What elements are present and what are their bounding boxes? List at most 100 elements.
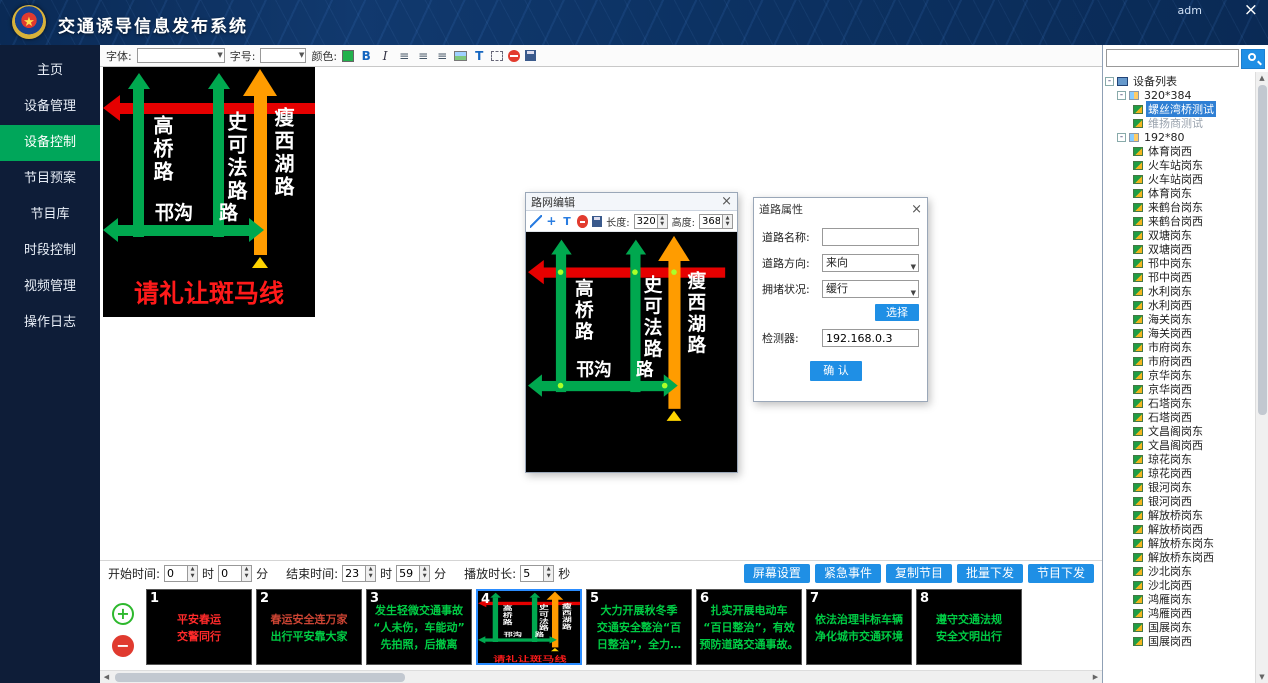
edit-handle[interactable] [662, 383, 668, 389]
tree-item[interactable]: 体育岗西 [1103, 144, 1255, 158]
end-minute-input[interactable] [396, 565, 420, 582]
start-minute-spin-buttons[interactable] [242, 565, 252, 582]
tree-item[interactable]: 国展岗西 [1103, 634, 1255, 648]
italic-button[interactable]: I [378, 49, 392, 63]
device-search-input[interactable] [1106, 49, 1239, 67]
bold-button[interactable]: B [359, 49, 373, 63]
tree-item[interactable]: 石塔岗东 [1103, 396, 1255, 410]
roadnet-dialog-titlebar[interactable]: 路网编辑 × [526, 193, 737, 211]
tree-item[interactable]: 双塘岗西 [1103, 242, 1255, 256]
horizontal-scrollbar[interactable]: ◀ ▶ [100, 670, 1102, 683]
tree-item[interactable]: 水利岗东 [1103, 284, 1255, 298]
tree-item[interactable]: 螺丝湾桥测试 [1103, 102, 1255, 116]
tree-item[interactable]: 国展岗东 [1103, 620, 1255, 634]
tree-expander-icon[interactable]: - [1105, 77, 1114, 86]
sidebar-item-7[interactable]: 操作日志 [0, 305, 100, 341]
hscroll-thumb[interactable] [115, 673, 405, 682]
tree-item[interactable]: 石塔岗西 [1103, 410, 1255, 424]
sidebar-item-6[interactable]: 视频管理 [0, 269, 100, 305]
program-thumbnail[interactable]: 高桥路 史可法路 瘦西湖路 邗沟 路 请礼让斑马线 4 [476, 589, 582, 665]
sidebar-item-0[interactable]: 主页 [0, 53, 100, 89]
vscroll-track[interactable] [1256, 84, 1268, 671]
tree-item[interactable]: 维扬商测试 [1103, 116, 1255, 130]
add-program-button[interactable]: + [112, 603, 134, 625]
scroll-down-arrow-icon[interactable]: ▼ [1259, 671, 1264, 683]
insert-image-button[interactable] [454, 51, 467, 61]
end-hour-input[interactable] [342, 565, 366, 582]
tree-item[interactable]: 火车站岗东 [1103, 158, 1255, 172]
tree-item[interactable]: 解放桥岗东 [1103, 508, 1255, 522]
align-left-button[interactable]: ≡ [397, 49, 411, 63]
duration-spin-buttons[interactable] [544, 565, 554, 582]
end-hour-spin-buttons[interactable] [366, 565, 376, 582]
delete-content-button[interactable] [508, 50, 520, 62]
roadnet-length-input[interactable] [634, 214, 658, 229]
action-button-2[interactable]: 复制节目 [886, 564, 952, 583]
roadnet-length-spin-buttons[interactable] [658, 214, 668, 229]
roadnet-height-input[interactable] [699, 214, 723, 229]
tree-item[interactable]: 海关岗西 [1103, 326, 1255, 340]
action-button-1[interactable]: 紧急事件 [815, 564, 881, 583]
sidebar-item-4[interactable]: 节目库 [0, 197, 100, 233]
congestion-select[interactable]: 缓行 [822, 280, 919, 298]
detector-input[interactable] [826, 330, 915, 346]
tree-item[interactable]: 解放桥东岗东 [1103, 536, 1255, 550]
tree-item[interactable]: 银河岗东 [1103, 480, 1255, 494]
start-hour-input[interactable] [164, 565, 188, 582]
align-center-button[interactable]: ≡ [416, 49, 430, 63]
tree-item[interactable]: 鸿雁岗东 [1103, 592, 1255, 606]
program-thumbnail[interactable]: 发生轻微交通事故“人未伤，车能动”先拍照，后撤离3 [366, 589, 472, 665]
border-tool-button[interactable] [491, 51, 503, 61]
tree-expander-icon[interactable]: - [1117, 91, 1126, 100]
roadnet-dialog-close-button[interactable]: × [721, 195, 732, 208]
sidebar-item-5[interactable]: 时段控制 [0, 233, 100, 269]
action-button-4[interactable]: 节目下发 [1028, 564, 1094, 583]
sidebar-item-1[interactable]: 设备管理 [0, 89, 100, 125]
text-tool-button[interactable]: T [472, 49, 486, 63]
hscroll-track[interactable] [113, 672, 1089, 683]
align-right-button[interactable]: ≡ [435, 49, 449, 63]
scroll-up-arrow-icon[interactable]: ▲ [1259, 72, 1264, 84]
select-detector-button[interactable]: 选择 [875, 304, 919, 321]
tree-item[interactable]: 来鹤台岗东 [1103, 200, 1255, 214]
roadnet-save-icon[interactable] [592, 216, 602, 227]
edit-handle[interactable] [632, 269, 638, 275]
sidebar-item-2[interactable]: 设备控制 [0, 125, 100, 161]
vertical-scrollbar[interactable]: ▲ ▼ [1255, 72, 1268, 683]
confirm-button[interactable]: 确 认 [810, 361, 862, 381]
color-swatch[interactable] [342, 50, 354, 62]
tree-expander-icon[interactable]: - [1117, 133, 1126, 142]
move-tool-icon[interactable]: + [546, 215, 558, 228]
font-size-select[interactable] [260, 48, 306, 63]
tree-item[interactable]: 邗中岗西 [1103, 270, 1255, 284]
tree-item[interactable]: 文昌阁岗西 [1103, 438, 1255, 452]
tree-item[interactable]: 水利岗西 [1103, 298, 1255, 312]
device-search-button[interactable] [1241, 49, 1265, 69]
vscroll-thumb[interactable] [1258, 85, 1267, 415]
remove-program-button[interactable]: − [112, 635, 134, 657]
tree-item[interactable]: 双塘岗东 [1103, 228, 1255, 242]
road-direction-select[interactable]: 来向 [822, 254, 919, 272]
tree-item[interactable]: 体育岗东 [1103, 186, 1255, 200]
editor-canvas[interactable]: 高桥路 史可法路 瘦西湖路 邗沟 路 请礼让斑马线 路网编辑 × + [100, 67, 1102, 560]
tree-item[interactable]: 沙北岗东 [1103, 564, 1255, 578]
roadnet-height-spin-buttons[interactable] [723, 214, 733, 229]
action-button-3[interactable]: 批量下发 [957, 564, 1023, 583]
font-family-select[interactable] [137, 48, 225, 63]
tree-item[interactable]: 来鹤台岗西 [1103, 214, 1255, 228]
road-name-input[interactable] [826, 229, 915, 245]
tree-item[interactable]: 解放桥岗西 [1103, 522, 1255, 536]
roadnet-text-tool[interactable]: T [561, 215, 573, 228]
edit-handle[interactable] [558, 383, 564, 389]
program-thumbnail[interactable]: 扎实开展电动车“百日整治”，有效预防道路交通事故。6 [696, 589, 802, 665]
tree-item[interactable]: 海关岗东 [1103, 312, 1255, 326]
tree-item[interactable]: -320*384 [1103, 88, 1255, 102]
scroll-left-arrow-icon[interactable]: ◀ [100, 673, 113, 681]
tree-item[interactable]: 文昌阁岗东 [1103, 424, 1255, 438]
scroll-right-arrow-icon[interactable]: ▶ [1089, 673, 1102, 681]
program-thumbnail[interactable]: 大力开展秋冬季交通安全整治“百日整治”，全力…5 [586, 589, 692, 665]
tree-item[interactable]: 市府岗西 [1103, 354, 1255, 368]
roadnet-canvas[interactable]: 高桥路 史可法路 瘦西湖路 邗沟 路 请礼让斑马线 [526, 232, 737, 472]
tree-item[interactable]: 鸿雁岗西 [1103, 606, 1255, 620]
tree-item[interactable]: -设备列表 [1103, 74, 1255, 88]
